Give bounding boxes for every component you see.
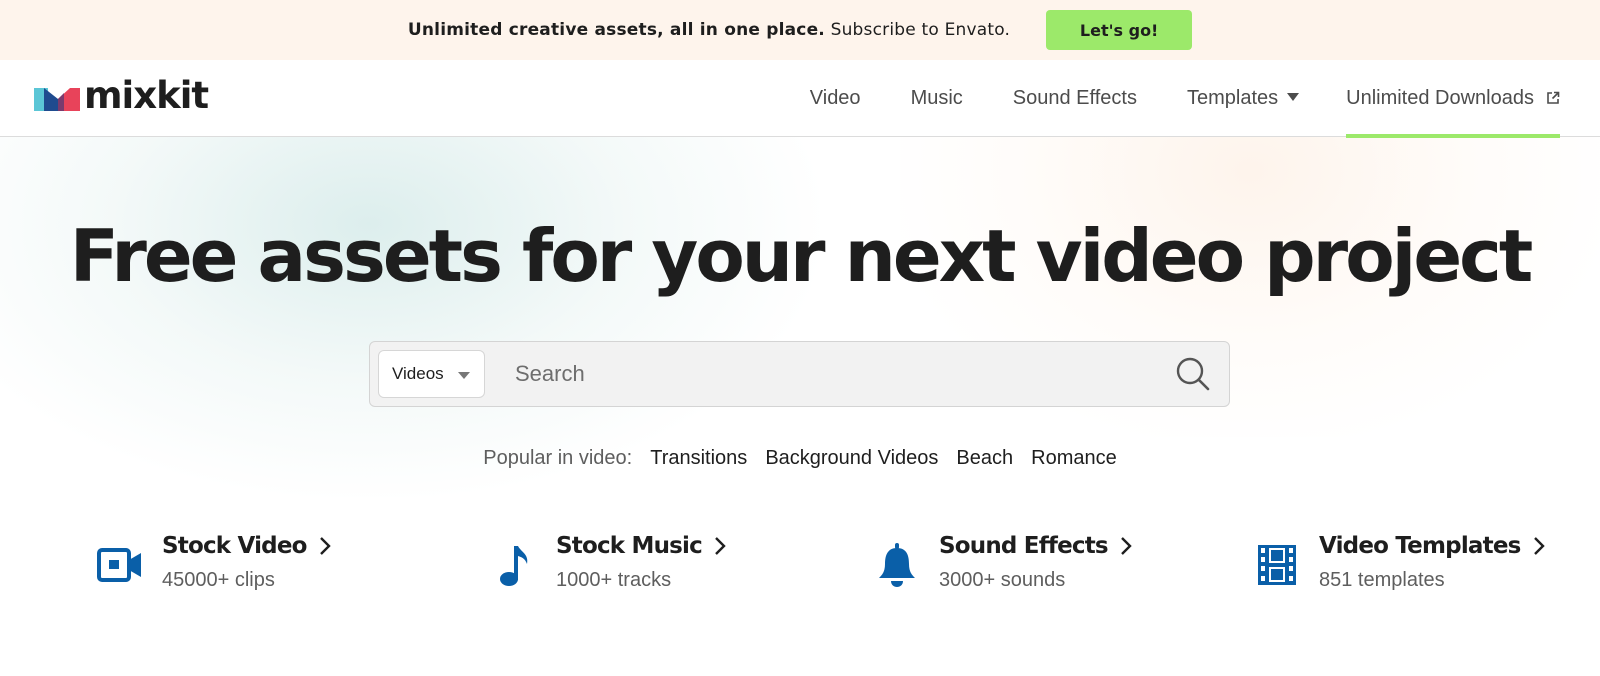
chevron-right-icon bbox=[715, 537, 726, 555]
category-video-templates[interactable]: Video Templates 851 templates bbox=[1253, 531, 1545, 592]
category-sound-effects[interactable]: Sound Effects 3000+ sounds bbox=[873, 531, 1132, 592]
caret-down-icon bbox=[1287, 92, 1300, 101]
nav-video[interactable]: Video bbox=[785, 60, 886, 137]
category-title: Stock Music bbox=[556, 531, 726, 561]
nav-unlimited-downloads-label: Unlimited Downloads bbox=[1346, 86, 1534, 109]
category-title-text: Video Templates bbox=[1319, 533, 1521, 559]
search-category-value: Videos bbox=[392, 364, 444, 383]
search-icon[interactable] bbox=[1175, 356, 1211, 392]
popular-link-romance[interactable]: Romance bbox=[1031, 447, 1117, 470]
logo-mark-icon bbox=[34, 88, 80, 111]
nav-templates[interactable]: Templates bbox=[1162, 60, 1324, 137]
category-subtitle: 45000+ clips bbox=[162, 569, 275, 591]
lets-go-button[interactable]: Let's go! bbox=[1046, 10, 1193, 50]
popular-searches: Popular in video: Transitions Background… bbox=[0, 447, 1600, 470]
nav-music[interactable]: Music bbox=[886, 60, 988, 137]
promo-text: Unlimited creative assets, all in one pl… bbox=[408, 20, 1010, 40]
chevron-right-icon bbox=[1533, 537, 1545, 555]
search-bar: Videos bbox=[369, 341, 1230, 407]
chevron-right-icon bbox=[319, 537, 331, 555]
popular-link-beach[interactable]: Beach bbox=[956, 447, 1013, 470]
promo-text-rest: Subscribe to Envato. bbox=[830, 20, 1011, 40]
category-title: Sound Effects bbox=[939, 531, 1132, 561]
music-note-icon bbox=[490, 541, 538, 589]
category-stock-video[interactable]: Stock Video 45000+ clips bbox=[96, 531, 331, 592]
category-subtitle: 851 templates bbox=[1319, 569, 1445, 591]
category-title: Video Templates bbox=[1319, 531, 1545, 561]
search-category-select[interactable]: Videos bbox=[378, 350, 485, 398]
logo-text: mixkit bbox=[84, 73, 209, 117]
video-camera-icon bbox=[96, 541, 144, 589]
promo-text-bold: Unlimited creative assets, all in one pl… bbox=[407, 20, 825, 40]
category-stock-music[interactable]: Stock Music 1000+ tracks bbox=[490, 531, 726, 592]
logo[interactable]: mixkit bbox=[34, 77, 209, 114]
hero-section: Free assets for your next video project … bbox=[0, 137, 1600, 676]
main-nav: Video Music Sound Effects Templates Unli… bbox=[785, 60, 1560, 138]
popular-link-transitions[interactable]: Transitions bbox=[650, 447, 747, 470]
nav-video-label: Video bbox=[809, 86, 861, 109]
caret-down-icon bbox=[458, 371, 470, 379]
nav-templates-label: Templates bbox=[1186, 86, 1279, 109]
nav-unlimited-downloads[interactable]: Unlimited Downloads bbox=[1346, 60, 1560, 138]
external-link-icon bbox=[1547, 91, 1560, 104]
nav-sound-effects-label: Sound Effects bbox=[1012, 86, 1137, 109]
category-title-text: Sound Effects bbox=[939, 533, 1109, 559]
site-header: mixkit Video Music Sound Effects Templat… bbox=[0, 60, 1600, 138]
search-input[interactable] bbox=[485, 342, 1175, 406]
category-subtitle: 3000+ sounds bbox=[939, 569, 1066, 591]
film-strip-icon bbox=[1253, 541, 1301, 589]
popular-link-background-videos[interactable]: Background Videos bbox=[765, 447, 938, 470]
category-title-text: Stock Video bbox=[162, 533, 307, 559]
category-title-text: Stock Music bbox=[556, 533, 703, 559]
hero-gradient-left bbox=[0, 137, 820, 497]
nav-music-label: Music bbox=[910, 86, 963, 109]
category-subtitle: 1000+ tracks bbox=[556, 569, 672, 591]
nav-sound-effects[interactable]: Sound Effects bbox=[988, 60, 1162, 137]
promo-banner: Unlimited creative assets, all in one pl… bbox=[0, 0, 1600, 60]
hero-title: Free assets for your next video project bbox=[69, 214, 1534, 298]
category-title: Stock Video bbox=[162, 531, 331, 561]
chevron-right-icon bbox=[1120, 537, 1132, 555]
bell-icon bbox=[873, 541, 921, 589]
popular-label: Popular in video: bbox=[483, 447, 633, 469]
